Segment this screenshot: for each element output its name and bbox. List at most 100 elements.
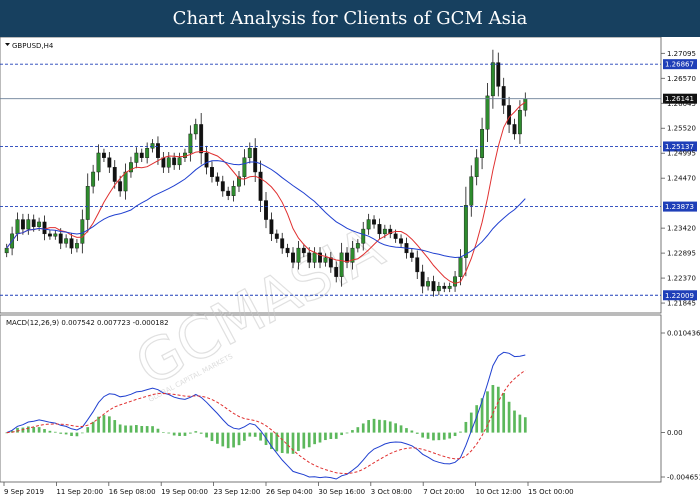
price-tick-label-7: 1.22895 (667, 250, 696, 258)
candle-body (53, 233, 58, 237)
candle-body (496, 62, 501, 87)
price-tick-label-0: 1.27095 (667, 50, 696, 58)
candle-body (458, 257, 463, 277)
macd-histogram-bar (459, 431, 462, 433)
macd-histogram-bar (102, 415, 106, 433)
macd-histogram-bar (421, 432, 425, 438)
macd-histogram-bar (194, 431, 198, 433)
candle-body (74, 243, 79, 249)
macd-histogram-bar (232, 432, 235, 448)
candle-body (436, 285, 441, 292)
candle-body (112, 167, 117, 182)
macd-tick-label-1: 0.00 (667, 429, 683, 437)
macd-histogram-bar (259, 432, 262, 441)
macd-histogram-bar (453, 432, 457, 437)
macd-histogram-bar (448, 432, 452, 439)
price-axis: 1.27095 1.26570 1.26045 1.25520 1.24995 1.244… (661, 50, 696, 308)
candle-body (226, 190, 231, 196)
candle-body (355, 243, 360, 249)
macd-label: MACD(12,26,9) 0.007542 0.007723 -0.00018… (6, 319, 169, 327)
chart-area[interactable]: GCMASIA GLOBAL CAPITAL MARKETS GBPUSD,H4… (0, 37, 700, 500)
macd-tick-label-0: 0.010436 (667, 330, 700, 338)
candle-body (480, 128, 485, 158)
macd-histogram-bar (248, 432, 252, 437)
time-tick-label-1: 11 Sep 20:00 (56, 488, 103, 496)
time-tick-label-4: 23 Sep 12:00 (214, 488, 261, 496)
candle-body (26, 219, 31, 230)
price-tick-label-5: 1.24470 (667, 175, 696, 183)
candle-body (280, 238, 285, 249)
macd-histogram-bar (210, 432, 214, 442)
candle-body (399, 238, 403, 244)
candle-body (37, 221, 42, 227)
candle-body (442, 285, 447, 289)
macd-histogram-bar (507, 401, 511, 433)
macd-histogram-bar (513, 410, 516, 433)
macd-histogram-bar (199, 432, 203, 434)
macd-histogram-bar (107, 416, 111, 433)
macd-histogram-bar (367, 420, 370, 433)
time-axis: 9 Sep 2019 11 Sep 20:00 16 Sep 08:00 19 Sep… (3, 482, 574, 496)
macd-histogram-bar (162, 432, 165, 433)
candle-body (150, 143, 155, 149)
macd-histogram-bar (313, 432, 316, 445)
time-tick-label-10: 15 Oct 00:00 (528, 488, 574, 496)
candle-body (334, 266, 339, 277)
macd-histogram-bar (491, 385, 495, 433)
macd-histogram-bar (280, 432, 284, 453)
macd-histogram-bar (178, 432, 181, 437)
candle-body (166, 157, 171, 168)
price-tick-label-8: 1.22370 (667, 275, 696, 283)
time-tick-label-8: 7 Oct 20:00 (423, 488, 464, 496)
candle-body (247, 148, 252, 158)
macd-histogram-bar (399, 425, 403, 433)
candle-body (91, 171, 96, 187)
macd-histogram-bar (426, 432, 430, 439)
macd-histogram-bar (189, 432, 192, 434)
candle-body (361, 228, 366, 244)
macd-histogram-bar (156, 428, 160, 433)
macd-histogram-bar (226, 432, 230, 449)
candle-body (161, 157, 166, 168)
macd-histogram-bar (518, 414, 522, 433)
candle-body (301, 247, 306, 254)
macd-histogram-bar (64, 432, 68, 435)
candle-body (420, 271, 425, 287)
candle-body (199, 124, 204, 154)
macd-histogram-bar (334, 432, 338, 439)
level-value-2: 1.23873 (665, 203, 694, 211)
candle-body (47, 233, 52, 237)
macd-histogram-bar (97, 416, 100, 433)
candle-body (507, 105, 512, 125)
price-tick-label-2: 1.26045 (667, 100, 696, 108)
candle-body (96, 152, 101, 173)
macd-tick-label-2: -0.004651 (667, 474, 700, 482)
candle-body (463, 205, 468, 258)
macd-histogram-bar (243, 432, 246, 441)
macd-histogram-bar (464, 421, 468, 433)
candle-body (431, 281, 436, 292)
candle-body (69, 238, 74, 249)
candle-body (64, 238, 69, 244)
macd-histogram-bar (80, 432, 84, 434)
macd-histogram-bar (307, 432, 311, 448)
candle-body (393, 233, 398, 239)
candle-body (517, 109, 522, 135)
macd-histogram-bar (172, 432, 176, 436)
macd-histogram-bar (151, 426, 154, 433)
macd-histogram-bar (237, 432, 241, 446)
macd-histogram-bar (216, 432, 219, 444)
candle-body (172, 157, 177, 166)
price-tick-label-1: 1.26570 (667, 75, 696, 83)
macd-histogram-bar (167, 432, 171, 434)
candle-body (523, 98, 528, 111)
candle-body (145, 148, 150, 158)
price-tick-label-6: 1.23420 (667, 225, 696, 233)
macd-histogram-bar (405, 428, 408, 433)
candle-body (156, 143, 160, 158)
candle-body (296, 247, 301, 263)
candle-body (193, 124, 198, 135)
macd-histogram-bar (183, 432, 187, 436)
candle-body (382, 228, 387, 235)
macd-histogram-bar (124, 425, 127, 433)
